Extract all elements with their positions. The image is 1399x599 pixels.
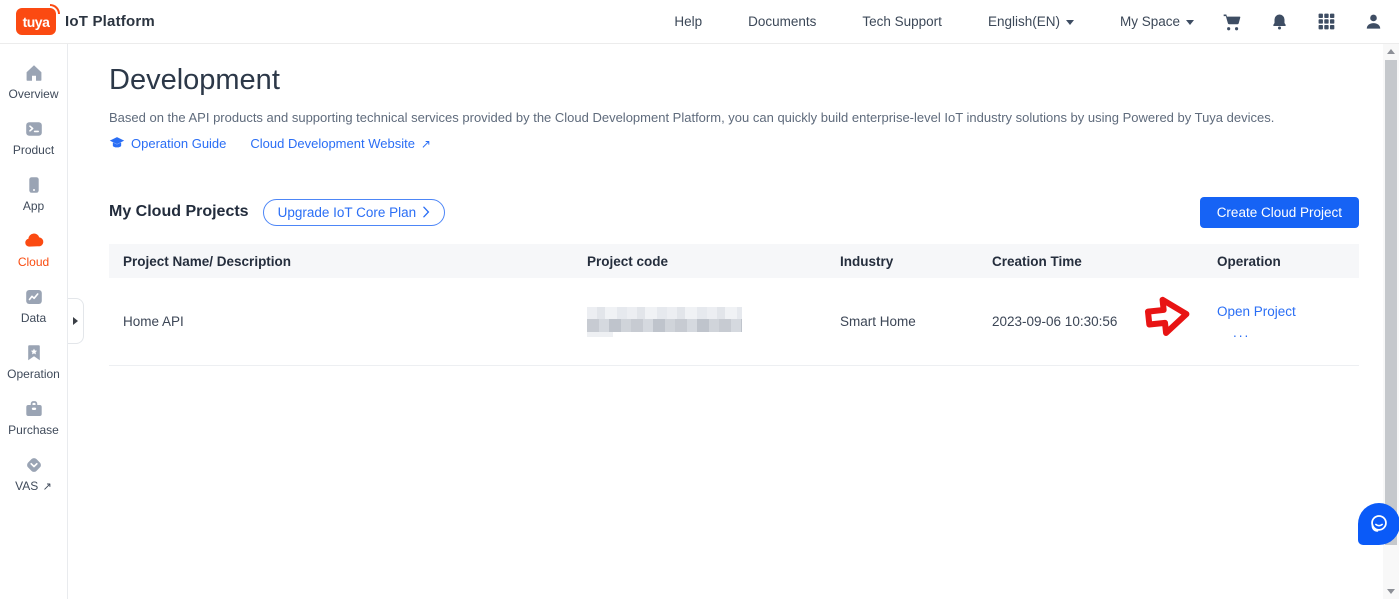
sidebar-item-app[interactable]: App: [0, 166, 67, 222]
sidebar-item-purchase[interactable]: Purchase: [0, 390, 67, 446]
column-header-name: Project Name/ Description: [123, 253, 292, 269]
left-sidebar: Overview Product App Cloud Data Operatio…: [0, 44, 68, 599]
operation-cell: Open Project ...: [1144, 296, 1359, 340]
user-account-icon[interactable]: [1364, 12, 1383, 31]
mobile-phone-icon: [28, 177, 39, 193]
brand-title: IoT Platform: [65, 13, 155, 30]
operation-guide-link[interactable]: Operation Guide: [109, 136, 226, 151]
column-header-operation: Operation: [1217, 253, 1281, 269]
nav-documents[interactable]: Documents: [748, 14, 816, 29]
column-header-industry: Industry: [840, 253, 894, 269]
sidebar-item-cloud[interactable]: Cloud: [0, 222, 67, 278]
external-link-icon: ↗: [42, 481, 52, 493]
caret-down-icon: [1186, 20, 1194, 25]
vas-diamond-icon: [26, 458, 41, 472]
nav-my-space[interactable]: My Space: [1120, 14, 1194, 29]
sidebar-item-operation[interactable]: Operation: [0, 334, 67, 390]
projects-section-header: My Cloud Projects Upgrade IoT Core Plan …: [109, 196, 1359, 228]
industry-cell: Smart Home: [840, 314, 916, 329]
more-actions-ellipsis[interactable]: ...: [1233, 325, 1359, 340]
nav-language-select[interactable]: English(EN): [988, 14, 1074, 29]
table-header-row: Project Name/ Description Project code I…: [109, 244, 1359, 278]
cloud-development-website-link[interactable]: Cloud Development Website ↗: [250, 136, 431, 151]
tuya-logo[interactable]: tuya: [16, 4, 60, 35]
redacted-project-code: [587, 306, 742, 337]
guide-cap-icon: [109, 137, 125, 148]
project-name-cell: Home API: [123, 314, 184, 329]
apps-grid-icon[interactable]: [1317, 12, 1336, 31]
open-project-link[interactable]: Open Project: [1217, 304, 1359, 319]
sidebar-collapse-handle[interactable]: [68, 298, 84, 344]
header-nav: Help Documents Tech Support English(EN) …: [628, 12, 1383, 32]
caret-down-icon: [1065, 20, 1074, 25]
bookmark-star-icon: [27, 345, 40, 361]
projects-table: Project Name/ Description Project code I…: [109, 244, 1359, 366]
chevron-right-icon: [73, 317, 78, 325]
nav-tech-support[interactable]: Tech Support: [862, 14, 942, 29]
chevron-right-icon: [423, 206, 430, 218]
nav-help[interactable]: Help: [674, 14, 702, 29]
scrollbar-thumb[interactable]: [1385, 60, 1397, 545]
upgrade-iot-core-plan-button[interactable]: Upgrade IoT Core Plan: [262, 198, 446, 226]
notifications-bell-icon[interactable]: [1270, 12, 1289, 32]
top-header: tuya IoT Platform Help Documents Tech Su…: [0, 0, 1399, 44]
links-row: Operation Guide Cloud Development Websit…: [109, 136, 431, 151]
column-header-code: Project code: [587, 253, 669, 269]
chart-icon: [25, 290, 42, 304]
page-title: Development: [109, 64, 280, 96]
sidebar-item-data[interactable]: Data: [0, 278, 67, 334]
red-annotation-arrow-icon: [1144, 296, 1190, 336]
project-code-cell: [573, 306, 826, 337]
create-cloud-project-button[interactable]: Create Cloud Project: [1199, 196, 1359, 228]
external-link-icon: ↗: [420, 136, 431, 151]
briefcase-icon: [25, 401, 42, 416]
sidebar-item-product[interactable]: Product: [0, 110, 67, 166]
support-chat-button[interactable]: [1358, 503, 1399, 545]
section-title: My Cloud Projects: [109, 203, 249, 220]
scroll-up-arrow-icon[interactable]: [1387, 49, 1395, 54]
tuya-logo-signal-arc: [50, 4, 60, 14]
table-row: Home API Smart Home 2023-09-06 10:30:56 …: [109, 278, 1359, 366]
cloud-icon: [24, 233, 43, 247]
column-header-creation-time: Creation Time: [992, 253, 1082, 269]
headset-chat-icon: [1371, 515, 1387, 532]
main-content: Development Based on the API products an…: [68, 44, 1383, 599]
tuya-logo-text: tuya: [22, 13, 50, 30]
sidebar-item-vas[interactable]: VAS ↗: [0, 446, 67, 502]
scroll-down-arrow-icon[interactable]: [1387, 589, 1395, 594]
home-icon: [26, 65, 41, 81]
terminal-icon: [25, 122, 42, 136]
sidebar-item-overview[interactable]: Overview: [0, 54, 67, 110]
cart-icon[interactable]: [1222, 12, 1242, 32]
tuya-iot-platform-app: tuya IoT Platform Help Documents Tech Su…: [0, 0, 1399, 599]
page-description: Based on the API products and supporting…: [109, 110, 1275, 125]
